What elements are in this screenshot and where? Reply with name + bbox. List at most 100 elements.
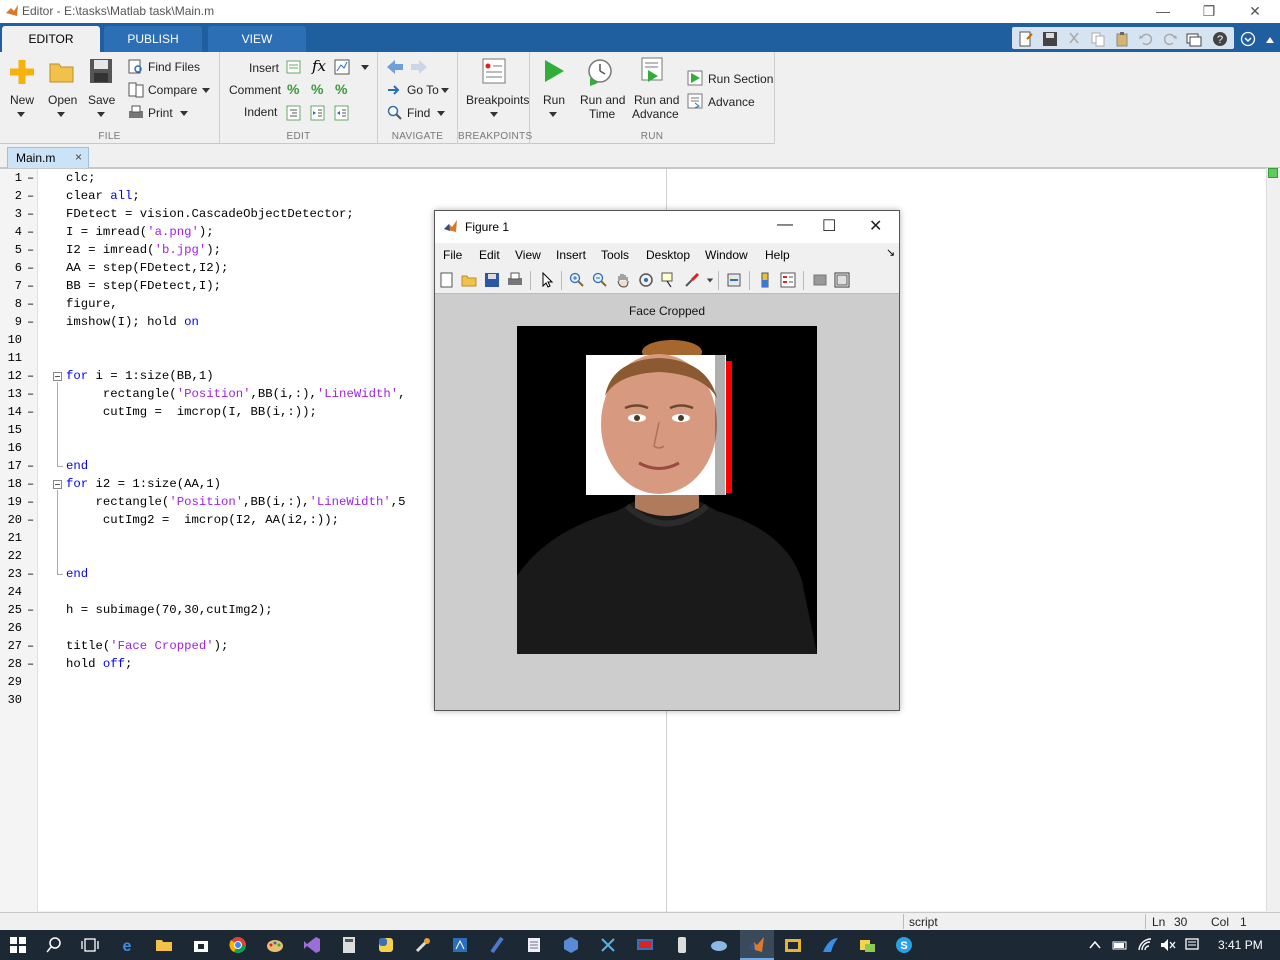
wrap-comments-icon[interactable]: % xyxy=(335,81,347,97)
smart-indent-icon[interactable] xyxy=(286,105,302,121)
print-figure-icon[interactable] xyxy=(507,272,523,288)
line-number[interactable]: 9 xyxy=(0,315,22,329)
find-dropdown-icon[interactable] xyxy=(437,111,445,116)
line-number[interactable]: 30 xyxy=(0,693,22,707)
brush-dropdown-icon[interactable] xyxy=(706,278,714,283)
code-line[interactable]: for i = 1:size(BB,1) xyxy=(66,369,214,383)
edge-browser-icon[interactable]: e xyxy=(118,936,136,954)
run-and-advance-button-line1[interactable]: Run and xyxy=(634,93,679,107)
menu-file[interactable]: File xyxy=(443,248,462,262)
taskbar-clock[interactable]: 3:41 PM xyxy=(1218,938,1263,952)
battery-icon[interactable] xyxy=(1112,938,1128,952)
run-and-time-button-line2[interactable]: Time xyxy=(589,107,615,121)
new-button[interactable]: New xyxy=(10,93,34,107)
minimize-button[interactable]: — xyxy=(1140,0,1186,23)
breakpoints-dropdown-icon[interactable] xyxy=(490,112,498,117)
advance-icon[interactable] xyxy=(687,93,703,109)
app-icon-tools[interactable] xyxy=(599,936,617,954)
open-file-icon[interactable] xyxy=(461,272,477,288)
visual-studio-icon[interactable] xyxy=(303,936,321,954)
figure-maximize-button[interactable]: ☐ xyxy=(822,216,836,236)
run-and-advance-icon[interactable] xyxy=(640,56,666,86)
code-line[interactable]: cutImg2 = imcrop(I2, AA(i2,:)); xyxy=(66,513,339,527)
edit-plot-pointer-icon[interactable] xyxy=(539,272,555,288)
code-line[interactable]: BB = step(FDetect,I); xyxy=(66,279,221,293)
executable-line-marker[interactable]: – xyxy=(27,657,34,671)
switch-windows-icon[interactable] xyxy=(1186,31,1202,47)
goto-icon[interactable] xyxy=(386,82,402,98)
restore-button[interactable]: ❐ xyxy=(1186,0,1232,23)
code-line[interactable]: title('Face Cropped'); xyxy=(66,639,228,653)
line-number[interactable]: 20 xyxy=(0,513,22,527)
menu-tools[interactable]: Tools xyxy=(601,248,629,262)
pan-hand-icon[interactable] xyxy=(615,272,631,288)
line-number[interactable]: 7 xyxy=(0,279,22,293)
zoom-in-icon[interactable] xyxy=(569,272,585,288)
breakpoints-button[interactable]: Breakpoints xyxy=(466,93,529,107)
advance-button[interactable]: Advance xyxy=(708,95,755,109)
line-number[interactable]: 16 xyxy=(0,441,22,455)
fx-insert-function-icon[interactable]: fx xyxy=(312,57,326,75)
run-section-button[interactable]: Run Section xyxy=(708,72,773,86)
app-icon-phone[interactable] xyxy=(673,936,691,954)
code-line[interactable]: imshow(I); hold on xyxy=(66,315,199,329)
find-search-icon[interactable] xyxy=(387,105,403,121)
store-icon[interactable] xyxy=(192,936,210,954)
open-folder-icon[interactable] xyxy=(49,60,75,84)
line-number[interactable]: 19 xyxy=(0,495,22,509)
decrease-indent-icon[interactable] xyxy=(334,105,350,121)
pin-toolstrip-icon[interactable] xyxy=(1262,31,1278,47)
code-line[interactable]: clear all; xyxy=(66,189,140,203)
goto-button[interactable]: Go To xyxy=(407,83,439,97)
line-number[interactable]: 11 xyxy=(0,351,22,365)
insert-button[interactable]: Insert xyxy=(249,61,279,75)
code-line[interactable]: end xyxy=(66,567,88,581)
task-view-icon[interactable] xyxy=(81,936,99,954)
compare-icon[interactable] xyxy=(128,82,144,98)
line-number[interactable]: 13 xyxy=(0,387,22,401)
menu-view[interactable]: View xyxy=(515,248,541,262)
line-number[interactable]: 1 xyxy=(0,171,22,185)
rotate-3d-icon[interactable] xyxy=(638,272,654,288)
search-icon[interactable] xyxy=(45,936,63,954)
show-plot-tools-icon[interactable] xyxy=(834,272,850,288)
python-icon[interactable] xyxy=(377,936,395,954)
line-number[interactable]: 23 xyxy=(0,567,22,581)
virtualbox-icon[interactable] xyxy=(562,936,580,954)
code-analyzer-status-icon[interactable] xyxy=(1268,168,1278,178)
menu-desktop[interactable]: Desktop xyxy=(646,248,690,262)
save-disk-icon[interactable] xyxy=(89,58,113,84)
insert-plot-icon[interactable] xyxy=(334,59,350,75)
comment-percent-icon[interactable]: % xyxy=(287,81,299,97)
undo-icon[interactable] xyxy=(1138,31,1154,47)
executable-line-marker[interactable]: – xyxy=(27,387,34,401)
executable-line-marker[interactable]: – xyxy=(27,189,34,203)
run-section-icon[interactable] xyxy=(687,70,703,86)
run-button[interactable]: Run xyxy=(543,93,565,107)
executable-line-marker[interactable]: – xyxy=(27,513,34,527)
executable-line-marker[interactable]: – xyxy=(27,603,34,617)
line-number[interactable]: 14 xyxy=(0,405,22,419)
tab-publish[interactable]: PUBLISH xyxy=(104,26,202,52)
figure-image-display[interactable] xyxy=(517,326,817,654)
hide-plot-tools-icon[interactable] xyxy=(812,272,828,288)
line-number[interactable]: 27 xyxy=(0,639,22,653)
executable-line-marker[interactable]: – xyxy=(27,297,34,311)
notifications-icon[interactable] xyxy=(1184,937,1200,953)
paste-icon[interactable] xyxy=(1114,31,1130,47)
open-dropdown-icon[interactable] xyxy=(57,112,65,117)
figure-window[interactable]: Figure 1 — ☐ ✕ File Edit View Insert Too… xyxy=(434,210,900,711)
line-number[interactable]: 5 xyxy=(0,243,22,257)
open-button[interactable]: Open xyxy=(48,93,77,107)
insert-colorbar-icon[interactable] xyxy=(757,272,773,288)
line-number[interactable]: 17 xyxy=(0,459,22,473)
executable-line-marker[interactable]: – xyxy=(27,171,34,185)
forward-arrow-icon[interactable] xyxy=(410,59,428,75)
line-number[interactable]: 2 xyxy=(0,189,22,203)
executable-line-marker[interactable]: – xyxy=(27,315,34,329)
insert-legend-icon[interactable] xyxy=(780,272,796,288)
uncomment-icon[interactable]: % xyxy=(311,81,323,97)
copy-icon[interactable] xyxy=(1090,31,1106,47)
save-dropdown-icon[interactable] xyxy=(97,112,105,117)
insert-section-icon[interactable] xyxy=(286,59,302,75)
